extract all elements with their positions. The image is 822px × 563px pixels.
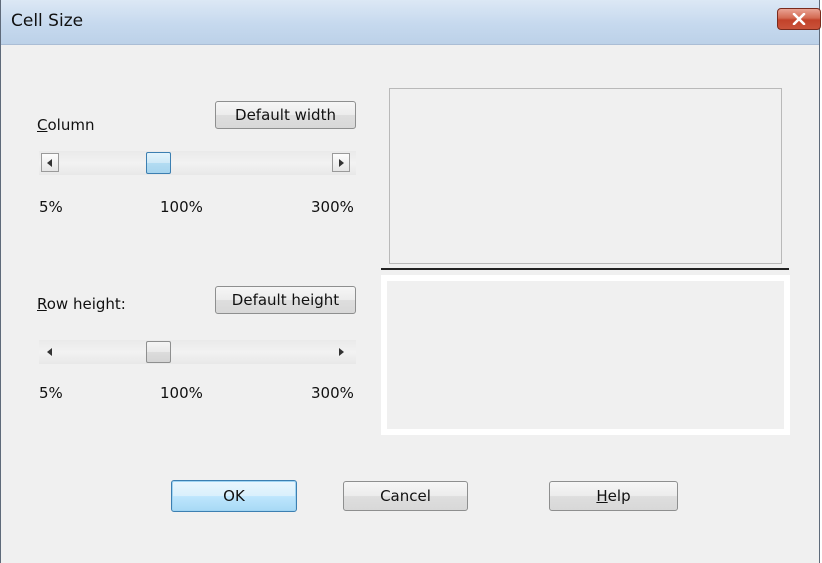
default-height-button-label: Default height [231,291,340,309]
column-tick-max: 300% [311,198,354,216]
cell-size-dialog: Cell Size Column Default width 5% 100% 3… [0,0,821,563]
ok-button[interactable]: OK [171,480,297,512]
row-slider-left-arrow[interactable] [41,342,59,361]
column-tick-mid: 100% [160,198,203,216]
row-tick-mid: 100% [160,384,203,402]
column-slider[interactable] [39,151,356,175]
help-button[interactable]: Help [549,481,678,511]
help-button-label: Help [596,487,631,505]
row-tick-min: 5% [39,384,63,402]
column-label: Column [37,116,95,134]
column-slider-left-arrow[interactable] [41,153,59,172]
arrow-right-icon [339,347,344,356]
row-height-slider[interactable] [39,340,356,364]
title-bar[interactable]: Cell Size [1,0,821,45]
arrow-left-icon [47,158,52,167]
column-slider-thumb[interactable] [146,152,171,174]
close-x-icon [792,13,806,25]
row-slider-right-arrow[interactable] [332,342,350,361]
arrow-left-icon [47,347,52,356]
preview-divider [381,268,789,270]
cancel-button[interactable]: Cancel [343,481,468,511]
column-preview-pane [389,88,782,264]
row-slider-thumb[interactable] [146,341,171,363]
column-slider-right-arrow[interactable] [332,153,350,172]
cancel-button-label: Cancel [380,487,431,505]
row-preview-pane [381,275,790,435]
default-width-button[interactable]: Default width [215,101,356,129]
default-width-button-label: Default width [235,106,336,124]
default-height-button[interactable]: Default height [215,286,356,314]
ok-button-label: OK [223,487,245,505]
row-tick-max: 300% [311,384,354,402]
column-tick-min: 5% [39,198,63,216]
close-button[interactable] [777,8,821,30]
arrow-right-icon [339,158,344,167]
row-height-label: Row height: [37,295,126,313]
window-title: Cell Size [11,11,84,31]
